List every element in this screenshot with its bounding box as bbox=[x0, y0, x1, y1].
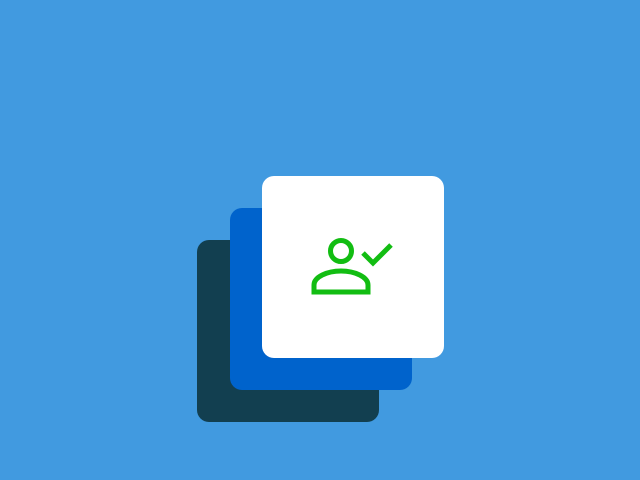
user-check-icon bbox=[311, 236, 395, 298]
stacked-card-front bbox=[262, 176, 444, 358]
canvas-background bbox=[0, 0, 640, 480]
